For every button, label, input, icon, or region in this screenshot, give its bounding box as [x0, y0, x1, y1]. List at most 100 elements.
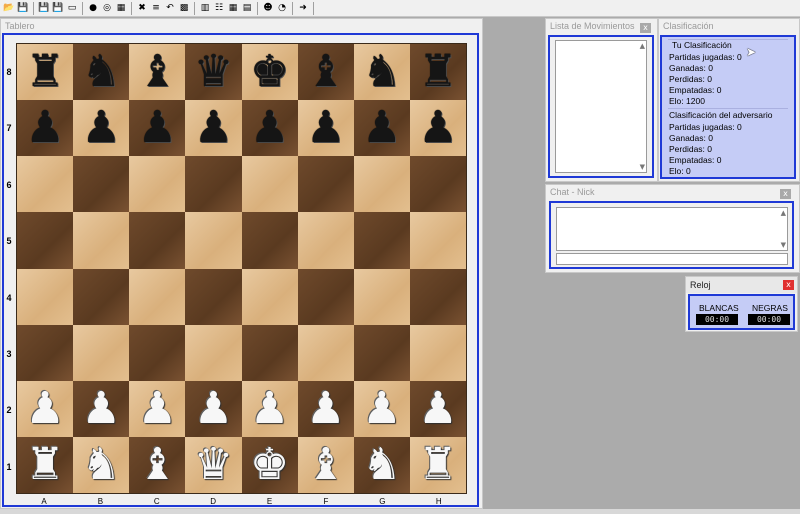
- board-icon[interactable]: ▭: [66, 2, 78, 14]
- square-g4[interactable]: [353, 268, 410, 325]
- square-h6[interactable]: [409, 156, 466, 213]
- square-a2[interactable]: ♟: [17, 380, 74, 437]
- square-a3[interactable]: [17, 324, 74, 381]
- square-e3[interactable]: [241, 324, 298, 381]
- square-b2[interactable]: ♟: [73, 380, 130, 437]
- square-b8[interactable]: ♞: [73, 44, 130, 101]
- save-all-icon[interactable]: 💾: [52, 2, 64, 14]
- chess-piece[interactable]: ♟: [306, 100, 345, 156]
- exit-icon[interactable]: ➜: [297, 2, 309, 14]
- checker-icon[interactable]: ▦: [227, 2, 239, 14]
- square-h1[interactable]: ♜: [409, 436, 466, 493]
- square-g5[interactable]: [353, 212, 410, 269]
- network-icon[interactable]: ◎: [101, 2, 113, 14]
- square-f7[interactable]: ♟: [297, 100, 354, 157]
- square-e6[interactable]: [241, 156, 298, 213]
- chess-piece[interactable]: ♟: [418, 381, 457, 437]
- square-g8[interactable]: ♞: [353, 44, 410, 101]
- square-f2[interactable]: ♟: [297, 380, 354, 437]
- scroll-down-arrow-icon[interactable]: ▼: [640, 163, 645, 171]
- square-e7[interactable]: ♟: [241, 100, 298, 157]
- square-d1[interactable]: ♛: [185, 436, 242, 493]
- square-c5[interactable]: [129, 212, 186, 269]
- chat-history[interactable]: ▲ ▼: [556, 207, 788, 251]
- square-d5[interactable]: [185, 212, 242, 269]
- save-as-icon[interactable]: 💾: [38, 2, 50, 14]
- square-c7[interactable]: ♟: [129, 100, 186, 157]
- chess-piece[interactable]: ♟: [25, 381, 64, 437]
- list-icon[interactable]: ☷: [213, 2, 225, 14]
- clock-icon[interactable]: ◔: [276, 2, 288, 14]
- pattern-icon[interactable]: ▩: [178, 2, 190, 14]
- square-a4[interactable]: [17, 268, 74, 325]
- chess-piece[interactable]: ♟: [250, 100, 289, 156]
- chess-piece[interactable]: ♟: [138, 381, 177, 437]
- scroll-up-arrow-icon[interactable]: ▲: [640, 42, 645, 50]
- chess-piece[interactable]: ♟: [418, 100, 457, 156]
- square-g1[interactable]: ♞: [353, 436, 410, 493]
- book-icon[interactable]: ▤: [241, 2, 253, 14]
- square-h8[interactable]: ♜: [409, 44, 466, 101]
- square-c1[interactable]: ♝: [129, 436, 186, 493]
- square-d2[interactable]: ♟: [185, 380, 242, 437]
- chat-icon[interactable]: ☻: [262, 2, 274, 14]
- square-g2[interactable]: ♟: [353, 380, 410, 437]
- square-a8[interactable]: ♜: [17, 44, 74, 101]
- chess-piece[interactable]: ♞: [362, 437, 401, 493]
- square-f1[interactable]: ♝: [297, 436, 354, 493]
- chess-piece[interactable]: ♚: [250, 437, 289, 493]
- square-h3[interactable]: [409, 324, 466, 381]
- chess-piece[interactable]: ♟: [250, 381, 289, 437]
- chat-input[interactable]: [556, 253, 788, 265]
- square-b4[interactable]: [73, 268, 130, 325]
- square-f6[interactable]: [297, 156, 354, 213]
- chess-piece[interactable]: ♜: [418, 44, 457, 100]
- square-e2[interactable]: ♟: [241, 380, 298, 437]
- chess-piece[interactable]: ♚: [250, 44, 289, 100]
- chess-piece[interactable]: ♜: [418, 437, 457, 493]
- square-b5[interactable]: [73, 212, 130, 269]
- square-c2[interactable]: ♟: [129, 380, 186, 437]
- square-g6[interactable]: [353, 156, 410, 213]
- chess-piece[interactable]: ♟: [81, 100, 120, 156]
- square-f5[interactable]: [297, 212, 354, 269]
- square-b7[interactable]: ♟: [73, 100, 130, 157]
- square-c6[interactable]: [129, 156, 186, 213]
- square-b6[interactable]: [73, 156, 130, 213]
- square-f8[interactable]: ♝: [297, 44, 354, 101]
- movimientos-close-button[interactable]: x: [640, 23, 651, 33]
- chess-piece[interactable]: ♟: [306, 381, 345, 437]
- chess-piece[interactable]: ♞: [81, 44, 120, 100]
- chess-piece[interactable]: ♝: [138, 44, 177, 100]
- chess-piece[interactable]: ♜: [25, 44, 64, 100]
- moves-list[interactable]: ▲ ▼: [555, 40, 647, 173]
- chess-piece[interactable]: ♛: [194, 44, 233, 100]
- save-icon[interactable]: 💾: [17, 2, 29, 14]
- square-g3[interactable]: [353, 324, 410, 381]
- square-a1[interactable]: ♜: [17, 436, 74, 493]
- chess-piece[interactable]: ♝: [138, 437, 177, 493]
- chess-piece[interactable]: ♟: [194, 100, 233, 156]
- stack-icon[interactable]: ≡: [150, 2, 162, 14]
- square-a7[interactable]: ♟: [17, 100, 74, 157]
- square-d3[interactable]: [185, 324, 242, 381]
- chess-piece[interactable]: ♜: [25, 437, 64, 493]
- square-f3[interactable]: [297, 324, 354, 381]
- chess-piece[interactable]: ♝: [306, 437, 345, 493]
- square-c8[interactable]: ♝: [129, 44, 186, 101]
- square-h7[interactable]: ♟: [409, 100, 466, 157]
- square-b1[interactable]: ♞: [73, 436, 130, 493]
- square-d6[interactable]: [185, 156, 242, 213]
- chess-piece[interactable]: ♟: [25, 100, 64, 156]
- square-d8[interactable]: ♛: [185, 44, 242, 101]
- globe-icon[interactable]: ●: [87, 2, 99, 14]
- square-c4[interactable]: [129, 268, 186, 325]
- square-e5[interactable]: [241, 212, 298, 269]
- chess-piece[interactable]: ♞: [81, 437, 120, 493]
- grid-icon[interactable]: ▦: [115, 2, 127, 14]
- chess-piece[interactable]: ♟: [81, 381, 120, 437]
- chess-board[interactable]: ♜ ♞ ♝ ♛ ♚ ♝ ♞ ♜ ♟ ♟ ♟ ♟ ♟ ♟ ♟ ♟ ♟ ♟ ♟ ♟ ♟ ♟ ♟ ♟ ♜ ♞ ♝ ♛ ♚ ♝ ♞ ♜: [16, 43, 467, 494]
- square-h4[interactable]: [409, 268, 466, 325]
- square-a6[interactable]: [17, 156, 74, 213]
- square-d4[interactable]: [185, 268, 242, 325]
